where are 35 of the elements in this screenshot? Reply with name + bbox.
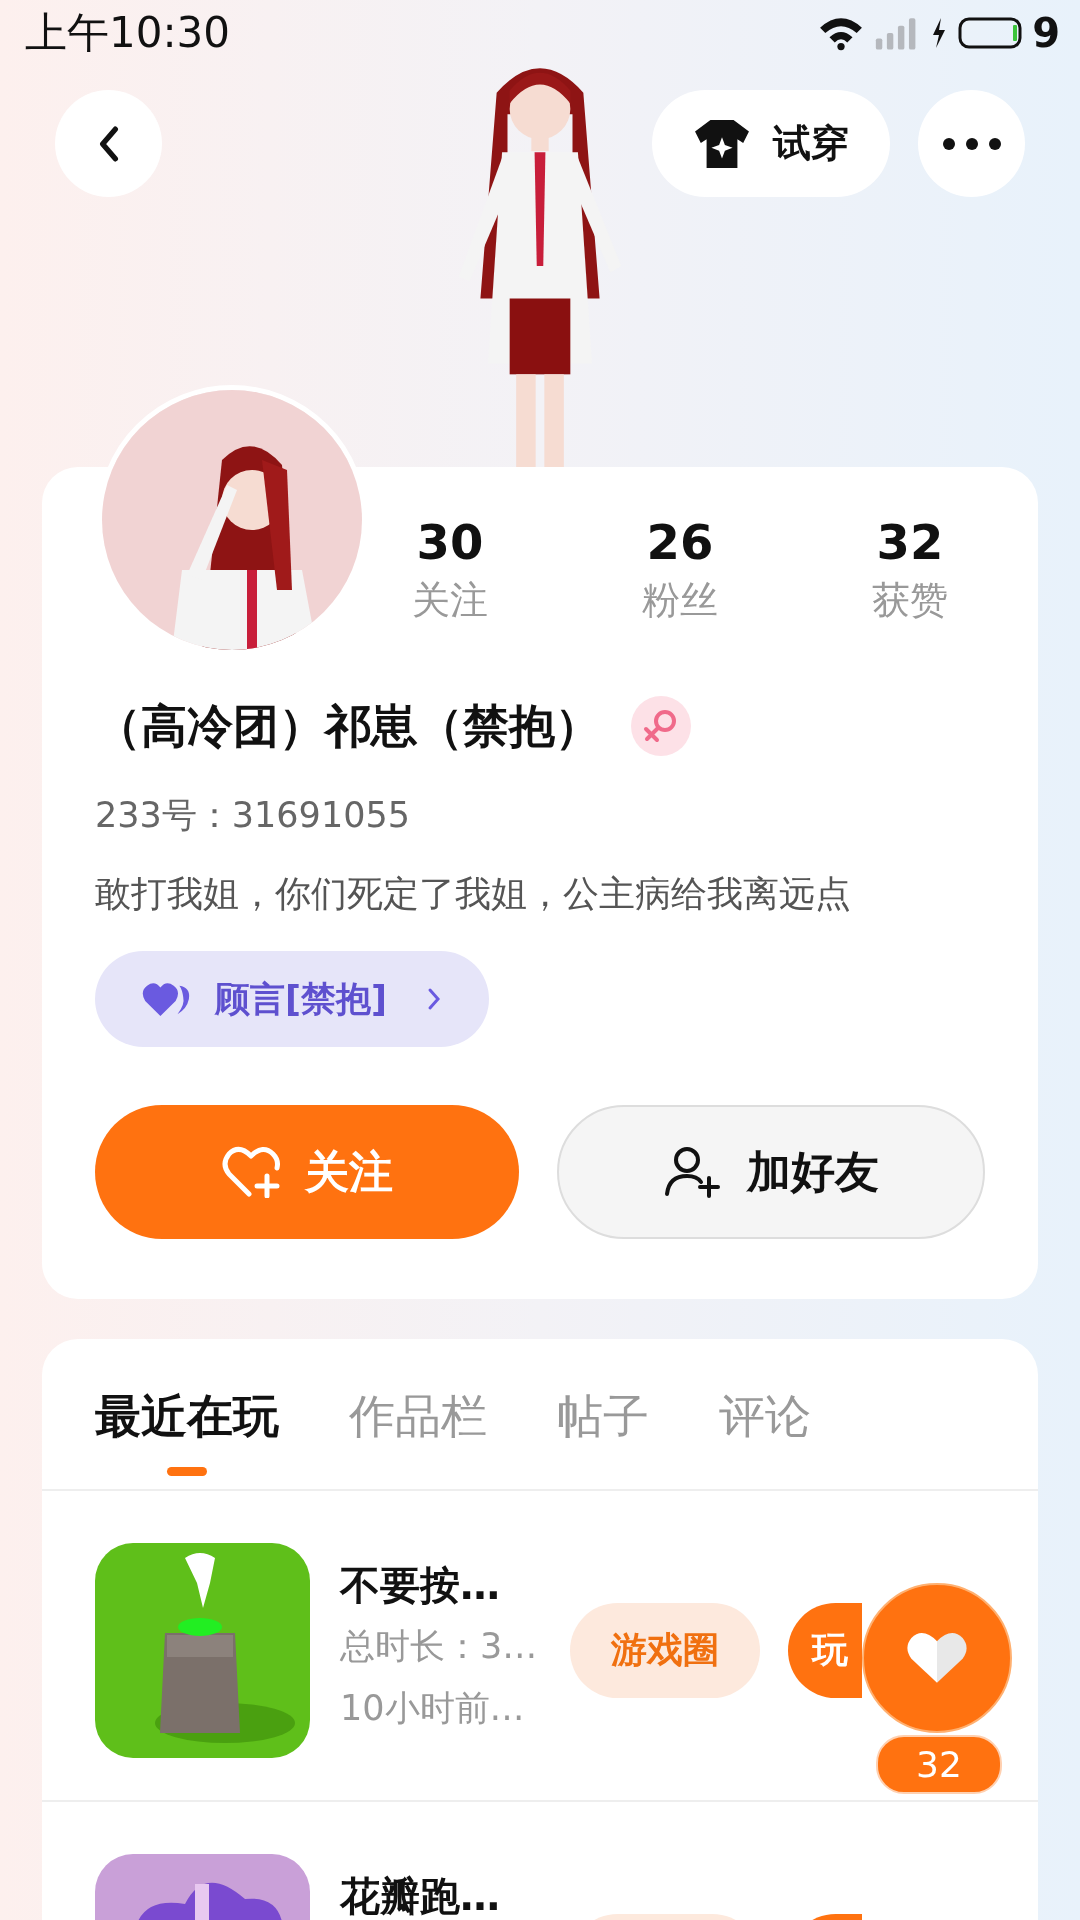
status-time: 上午10:30: [25, 7, 231, 59]
stat-count: 26: [646, 513, 714, 572]
battery-level: 9: [1032, 10, 1060, 56]
game-circle-button[interactable]: 游戏圈: [570, 1603, 760, 1698]
play-duration: 总时长：3…: [340, 1625, 539, 1668]
tab[interactable]: 帖子: [557, 1381, 649, 1451]
user-name: （高冷团）祁崽（禁抱）: [95, 698, 601, 755]
battery-icon: [958, 17, 1023, 49]
tab-indicator: [167, 1467, 207, 1476]
try-on-button[interactable]: 试穿: [652, 90, 890, 197]
tab[interactable]: 作品栏: [349, 1381, 487, 1451]
heart-plus-icon: [221, 1146, 281, 1198]
user-id: 233号：31691055: [95, 794, 411, 837]
follow-button[interactable]: 关注: [95, 1105, 519, 1239]
user-bio: 敢打我姐，你们死定了我姐，公主病给我离远点: [95, 872, 852, 916]
stat-label: 获赞: [872, 577, 948, 624]
shirt-icon: [693, 117, 751, 170]
stat-count: 30: [416, 513, 484, 572]
stat-label: 关注: [412, 577, 488, 624]
add-user-icon: [663, 1146, 723, 1198]
game-title: 不要按…: [340, 1561, 501, 1610]
more-icon: [941, 136, 1002, 151]
game-title: 花瓣跑…: [340, 1872, 501, 1920]
stat-label: 粉丝: [642, 577, 718, 624]
relation-tag[interactable]: 顾言[禁抱]: [95, 951, 489, 1047]
wifi-icon: [818, 15, 865, 51]
stat-count: 32: [876, 513, 944, 572]
play-button[interactable]: 玩: [788, 1603, 862, 1698]
like-count: 32: [876, 1735, 1002, 1794]
last-played: 10小时前…: [340, 1687, 526, 1730]
tab[interactable]: 评论: [719, 1381, 811, 1451]
tab[interactable]: 最近在玩: [95, 1381, 279, 1451]
back-icon: [97, 125, 120, 162]
chevron-icon: [427, 987, 441, 1011]
add-friend-button[interactable]: 加好友: [557, 1105, 985, 1239]
